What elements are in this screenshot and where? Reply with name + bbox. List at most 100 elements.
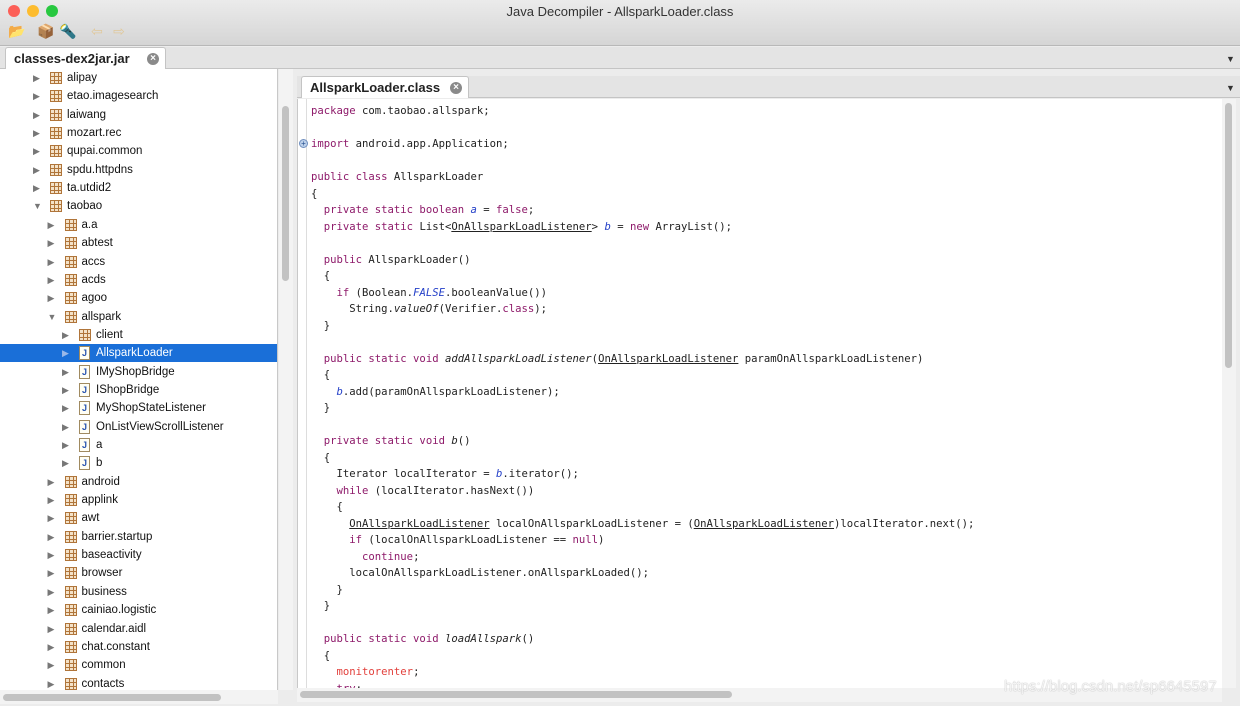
tree-item[interactable]: ▶ common [0,656,277,674]
tree-item-label: agoo [81,292,108,305]
tree-item[interactable]: ▶ J AllsparkLoader [0,344,277,363]
package-icon [50,72,62,84]
package-icon [79,328,91,341]
tree-item[interactable]: ▶ mozart.rec [0,124,277,142]
type-link[interactable]: OnAllsparkLoadListener [349,518,489,530]
expand-arrow-icon[interactable]: ▶ [48,509,55,527]
expand-arrow-icon[interactable]: ▶ [33,106,40,124]
type-link[interactable]: OnAllsparkLoadListener [451,221,591,233]
tree-item[interactable]: ▼ allspark [0,308,277,326]
forward-arrow-icon[interactable]: ⇨ [110,23,128,39]
close-tab-icon[interactable]: × [147,53,159,65]
expand-arrow-icon[interactable]: ▶ [62,326,69,344]
expand-arrow-icon[interactable]: ▶ [48,601,55,619]
tree-item[interactable]: ▶ etao.imagesearch [0,87,277,105]
tree-item[interactable]: ▶ android [0,473,277,491]
tree-item[interactable]: ▶ barrier.startup [0,528,277,546]
expand-arrow-icon[interactable]: ▶ [62,381,69,399]
expand-arrow-icon[interactable]: ▶ [48,271,55,289]
expand-arrow-icon[interactable]: ▶ [48,546,55,564]
expand-arrow-icon[interactable]: ▶ [48,620,55,638]
tree-item[interactable]: ▼ taobao [0,197,277,215]
tree-item[interactable]: ▶ a.a [0,216,277,234]
back-arrow-icon[interactable]: ⇦ [88,23,106,39]
open-file-icon[interactable]: 📂 [8,23,26,39]
tree-item[interactable]: ▶ J MyShopStateListener [0,399,277,417]
tree-item[interactable]: ▶ Jb [0,454,277,472]
expand-arrow-icon[interactable]: ▶ [33,124,40,142]
tree-item[interactable]: ▶ accs [0,253,277,271]
tree-item[interactable]: ▶ contacts [0,675,277,690]
tree-item[interactable]: ▶ acds [0,271,277,289]
expand-arrow-icon[interactable]: ▶ [33,69,40,87]
expand-arrow-icon[interactable]: ▶ [48,216,55,234]
search-icon[interactable]: 🔦 [59,23,77,39]
expand-arrow-icon[interactable]: ▶ [62,418,69,436]
tree-item[interactable]: ▶ abtest [0,234,277,252]
tree-item[interactable]: ▶ business [0,583,277,601]
tree-item[interactable]: ▶ alipay [0,69,277,87]
expand-arrow-icon[interactable]: ▶ [33,161,40,179]
expand-arrow-icon[interactable]: ▶ [48,234,55,252]
tree-item[interactable]: ▶ chat.constant [0,638,277,656]
type-link[interactable]: OnAllsparkLoadListener [598,353,738,365]
tree-item[interactable]: ▶ agoo [0,289,277,307]
editor-scroll-thumb[interactable] [1225,103,1232,368]
tree-item[interactable]: ▶ J IShopBridge [0,381,277,399]
close-tab-icon[interactable]: × [450,82,462,94]
expand-arrow-icon[interactable]: ▶ [48,253,55,271]
package-icon [64,622,77,635]
tree-item[interactable]: ▶ browser [0,564,277,582]
package-icon [64,292,77,305]
expand-arrow-icon[interactable]: ▶ [48,473,55,491]
tree-item[interactable]: ▶ cainiao.logistic [0,601,277,619]
expand-arrow-icon[interactable]: ▶ [48,675,55,690]
tab-menu-icon[interactable]: ▼ [1226,83,1235,93]
tree-item[interactable]: ▶ J IMyShopBridge [0,363,277,381]
tree-item[interactable]: ▶ spdu.httpdns [0,161,277,179]
tree-item-label: common [81,659,126,672]
editor-hscroll-thumb[interactable] [300,691,732,698]
tree-item[interactable]: ▶ awt [0,509,277,527]
expand-arrow-icon[interactable]: ▶ [62,344,69,362]
tree-item[interactable]: ▶ applink [0,491,277,509]
open-type-icon[interactable]: 📦 [37,23,55,39]
expand-arrow-icon[interactable]: ▶ [48,491,55,509]
code-text: { [311,451,331,464]
tree-item[interactable]: ▶ client [0,326,277,344]
expand-arrow-icon[interactable]: ▶ [62,436,69,454]
code-editor[interactable]: package com.taobao.allspark; import andro… [297,99,1222,688]
expand-arrow-icon[interactable]: ▶ [33,87,40,105]
tree-item[interactable]: ▶ ta.utdid2 [0,179,277,197]
code-line: private static boolean a = false; [311,202,535,218]
expand-arrow-icon[interactable]: ▶ [48,528,55,546]
collapse-arrow-icon[interactable]: ▼ [48,308,57,326]
tree-scroll-thumb[interactable] [282,106,289,281]
expand-arrow-icon[interactable]: ▶ [62,454,69,472]
type-link[interactable]: OnAllsparkLoadListener [694,518,834,530]
tree-item[interactable]: ▶ J OnListViewScrollListener [0,418,277,436]
expand-arrow-icon[interactable]: ▶ [48,656,55,674]
expand-arrow-icon[interactable]: ▶ [48,638,55,656]
tree-item[interactable]: ▶ laiwang [0,106,277,124]
expand-arrow-icon[interactable]: ▶ [33,142,40,160]
expand-arrow-icon[interactable]: ▶ [62,363,69,381]
tab-menu-icon[interactable]: ▼ [1226,54,1235,64]
expand-arrow-icon[interactable]: ▶ [33,179,40,197]
tree-hscroll-thumb[interactable] [3,694,221,701]
expand-arrow-icon[interactable]: ▶ [48,289,55,307]
tab-classes-dex2jar[interactable]: classes-dex2jar.jar × [5,47,166,69]
tab-allsparkloader[interactable]: AllsparkLoader.class × [301,76,469,98]
package-icon [64,218,77,231]
code-line: package com.taobao.allspark; [311,103,490,119]
tree-item[interactable]: ▶ calendar.aidl [0,620,277,638]
expand-imports-icon[interactable]: + [299,139,308,148]
code-line: try; [311,681,363,689]
expand-arrow-icon[interactable]: ▶ [48,564,55,582]
tree-item[interactable]: ▶ qupai.common [0,142,277,160]
expand-arrow-icon[interactable]: ▶ [62,399,69,417]
collapse-arrow-icon[interactable]: ▼ [33,197,42,215]
tree-item[interactable]: ▶ baseactivity [0,546,277,564]
tree-item[interactable]: ▶ Ja [0,436,277,454]
expand-arrow-icon[interactable]: ▶ [48,583,55,601]
